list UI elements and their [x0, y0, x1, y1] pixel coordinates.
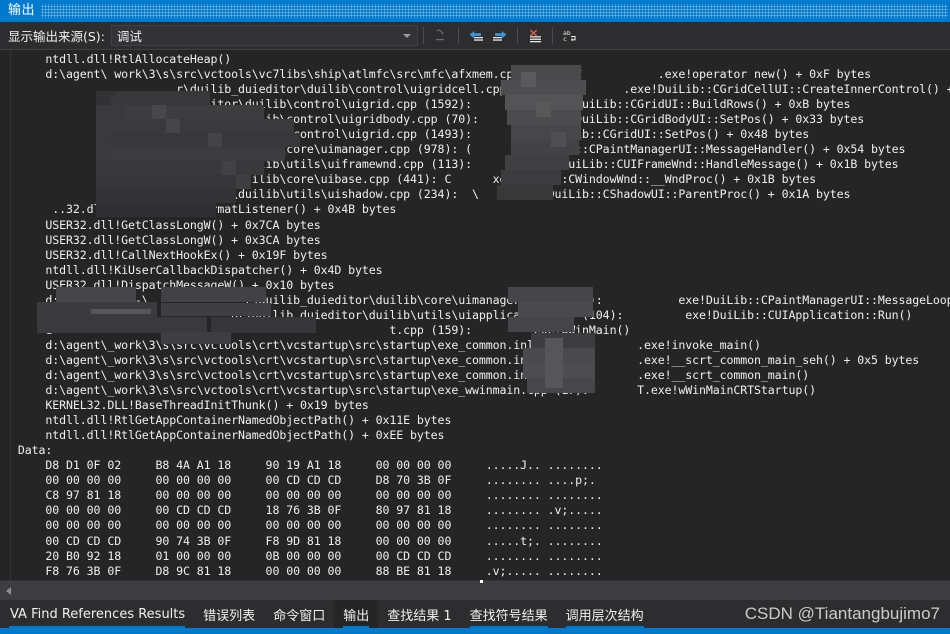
- toolbar-separator: [457, 27, 459, 44]
- tab-underline: [343, 626, 370, 628]
- tab-label: 命令窗口: [273, 608, 326, 624]
- scrollbar-marker: [480, 580, 483, 583]
- output-window-titlebar: 输出: [0, 0, 950, 22]
- chevron-left-icon: [6, 586, 11, 595]
- word-wrap-button[interactable]: ab c: [559, 25, 581, 46]
- toolbar-separator: [516, 27, 518, 44]
- output-pane[interactable]: ntdll.dll!RtlAllocateHeap() d:\agent\ wo…: [0, 50, 950, 580]
- output-tool-window: 输出 显示输出来源(S): 调试 ab c ntdll.dll!RtlAlloc…: [0, 0, 950, 634]
- tab-error-list[interactable]: 错误列表: [194, 600, 264, 628]
- tab-output[interactable]: 输出: [334, 600, 379, 628]
- output-source-value: 调试: [116, 29, 142, 44]
- tab-label: 调用层次结构: [565, 608, 644, 624]
- tab-label: 查找结果 1: [387, 608, 452, 624]
- bottom-accent-bar: [0, 628, 950, 634]
- navigate-forward-icon: [492, 30, 507, 41]
- watermark: CSDN @Tiantangbujimo7: [744, 604, 940, 623]
- output-source-combobox[interactable]: 调试: [110, 25, 418, 46]
- tab-command-window[interactable]: 命令窗口: [264, 600, 334, 628]
- page-title: 输出: [8, 3, 36, 18]
- output-text-scroll[interactable]: ntdll.dll!RtlAllocateHeap() d:\agent\ wo…: [11, 50, 950, 580]
- tab-va-find-references-results[interactable]: VA Find References Results: [0, 600, 194, 628]
- tab-label: 错误列表: [203, 608, 256, 624]
- tab-find-results-1[interactable]: 查找结果 1: [378, 600, 460, 628]
- chevron-down-icon: [402, 33, 411, 38]
- tab-call-hierarchy[interactable]: 调用层次结构: [557, 600, 653, 628]
- output-text: ntdll.dll!RtlAllocateHeap() d:\agent\ wo…: [17, 52, 950, 580]
- tab-label: 查找符号结果: [469, 608, 548, 624]
- toolbar-separator: [422, 27, 424, 44]
- tab-underline: [565, 626, 644, 628]
- scroll-left-button[interactable]: [0, 581, 17, 600]
- word-wrap-icon: ab c: [563, 29, 576, 43]
- output-gutter: [0, 50, 11, 580]
- titlebar-drag-handle[interactable]: [41, 4, 948, 18]
- clear-all-icon: [529, 29, 541, 42]
- clear-pane-icon: [435, 29, 444, 40]
- navigate-forward-button[interactable]: [489, 25, 511, 46]
- bottom-tab-strip: VA Find References Results 错误列表 命令窗口 输出 …: [0, 600, 950, 628]
- clear-pane-button[interactable]: [430, 25, 452, 46]
- navigate-back-icon: [469, 30, 483, 41]
- show-output-from-label: 显示输出来源(S):: [8, 29, 105, 44]
- tab-find-symbol-results[interactable]: 查找符号结果: [461, 600, 557, 628]
- horizontal-scrollbar[interactable]: [0, 580, 950, 600]
- output-toolbar: 显示输出来源(S): 调试 ab c: [0, 22, 950, 50]
- tab-label: VA Find References Results: [10, 606, 186, 622]
- tab-label: 输出: [343, 608, 370, 624]
- navigate-back-button[interactable]: [465, 25, 487, 46]
- clear-all-button[interactable]: [524, 25, 546, 46]
- toolbar-separator: [551, 27, 553, 44]
- tab-underline: [469, 626, 548, 628]
- tab-underline: [9, 626, 186, 628]
- svg-text:c: c: [563, 35, 567, 43]
